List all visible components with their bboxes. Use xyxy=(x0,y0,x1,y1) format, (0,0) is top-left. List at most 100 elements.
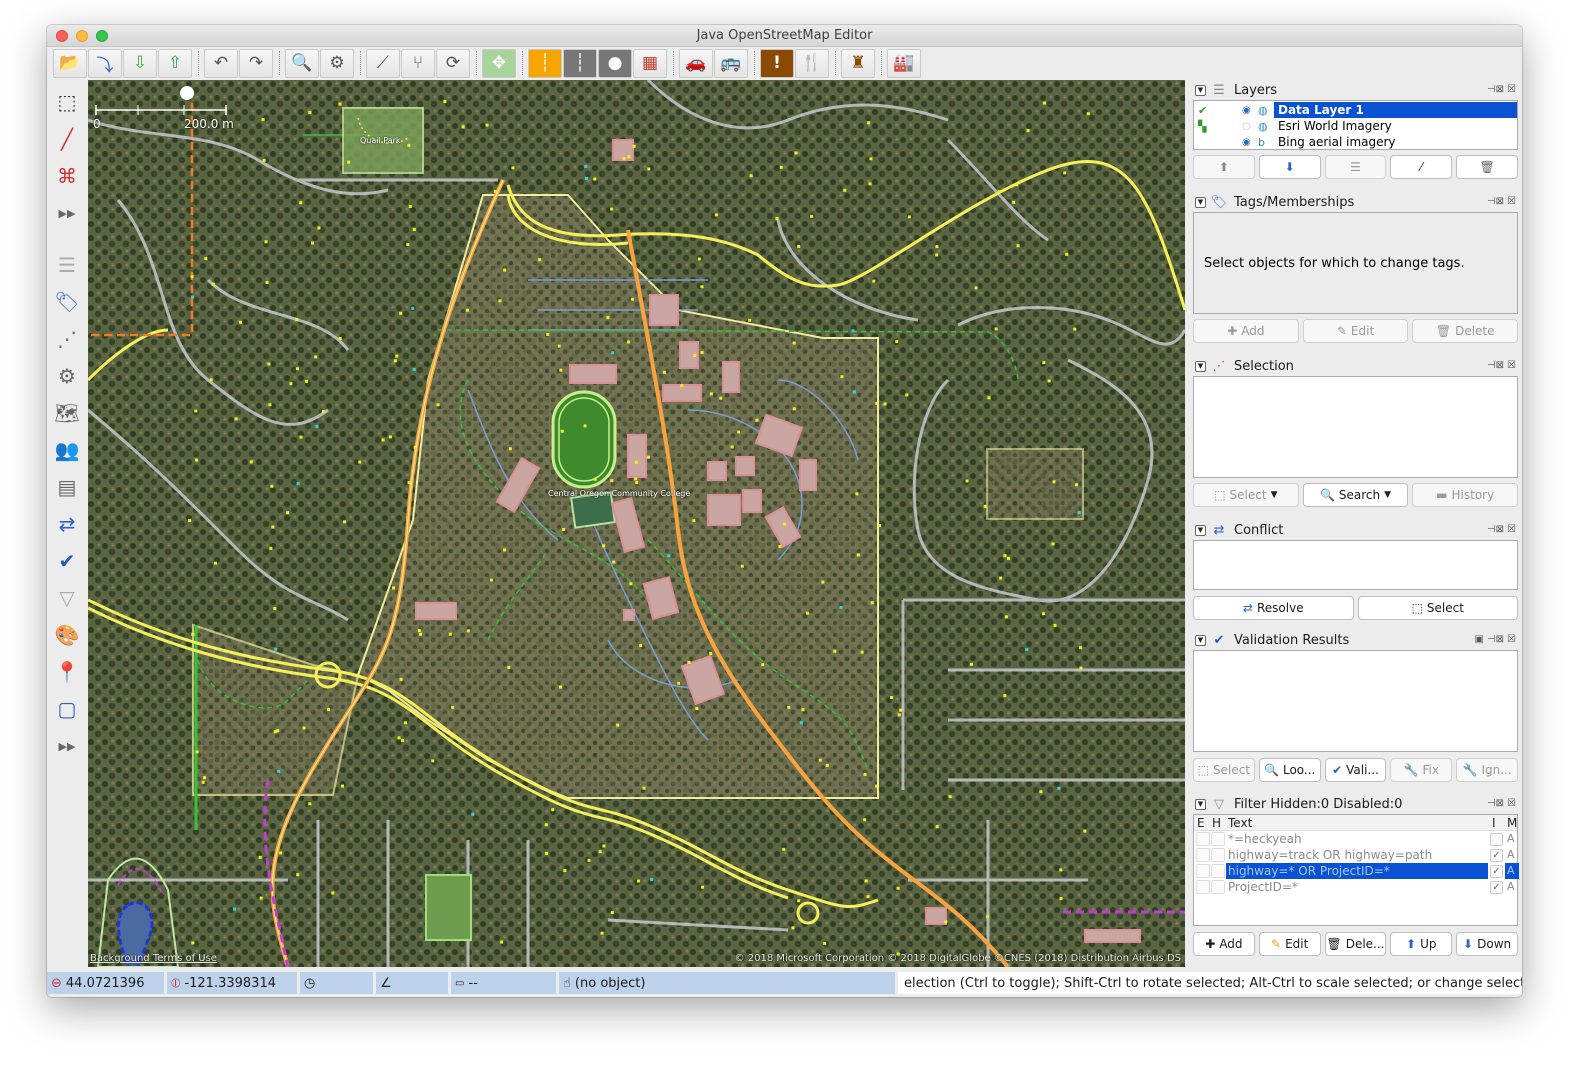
edit-filter-button[interactable]: ✎ Edit xyxy=(1258,932,1321,956)
map-node[interactable] xyxy=(897,713,901,717)
map-node[interactable] xyxy=(794,151,798,155)
map-node[interactable] xyxy=(697,257,701,261)
pin-icon[interactable]: ⊣⊠ xyxy=(1487,360,1504,371)
close-panel-icon[interactable]: ☒ xyxy=(1507,84,1516,95)
delete-filter-button[interactable]: 🗑 Dele... xyxy=(1324,932,1387,956)
map-node[interactable] xyxy=(610,207,614,211)
preset-road-turning-circle[interactable]: ● xyxy=(598,48,632,78)
map-node[interactable] xyxy=(559,685,563,689)
map-node[interactable] xyxy=(863,772,867,776)
map-node[interactable] xyxy=(779,165,783,169)
filter-row[interactable]: *=heckyeah A xyxy=(1194,831,1517,847)
map-node[interactable] xyxy=(314,355,318,359)
map-node[interactable] xyxy=(585,176,589,180)
map-node[interactable] xyxy=(1006,556,1010,560)
map-node[interactable] xyxy=(1075,483,1079,487)
layer-row[interactable]: ✔ ◉ ◍ Data Layer 1 xyxy=(1194,102,1517,118)
map-node[interactable] xyxy=(308,110,312,114)
map-node[interactable] xyxy=(890,696,894,700)
settings-icon[interactable]: ▣ xyxy=(1474,634,1483,645)
map-node[interactable] xyxy=(188,518,192,522)
map-node[interactable] xyxy=(471,812,475,816)
add-filter-button[interactable]: ✚ Add xyxy=(1193,932,1255,956)
map-node[interactable] xyxy=(987,396,991,400)
merge-layer-button[interactable]: ☰ xyxy=(1324,155,1387,179)
map-node[interactable] xyxy=(700,285,704,289)
pin-icon[interactable]: ⊣⊠ xyxy=(1487,524,1504,535)
map-node[interactable] xyxy=(693,354,697,358)
map-node[interactable] xyxy=(896,886,900,890)
map-node[interactable] xyxy=(700,351,704,355)
map-node[interactable] xyxy=(560,429,564,433)
map-node[interactable] xyxy=(1052,480,1056,484)
map-node[interactable] xyxy=(201,780,205,784)
map-node[interactable] xyxy=(259,896,263,900)
map-node[interactable] xyxy=(1041,612,1045,616)
map-node[interactable] xyxy=(719,396,723,400)
filter-mode[interactable]: A xyxy=(1505,831,1519,847)
map-node[interactable] xyxy=(864,879,868,883)
map-node[interactable] xyxy=(511,166,515,170)
map-node[interactable] xyxy=(818,758,822,762)
column-h[interactable]: H xyxy=(1212,816,1221,830)
edit-tag-button[interactable]: ✎ Edit xyxy=(1302,319,1409,343)
map-node[interactable] xyxy=(191,295,195,299)
validate-button[interactable]: ✔ Vali... xyxy=(1324,758,1387,782)
map-node[interactable] xyxy=(895,339,899,343)
collapse-toggle[interactable]: ▼ xyxy=(1195,84,1206,96)
invert-checkbox[interactable]: ✓ xyxy=(1490,880,1503,894)
map-node[interactable] xyxy=(610,479,614,483)
map-node[interactable] xyxy=(856,553,860,557)
chevron-down-icon[interactable]: ▼ xyxy=(1384,490,1391,500)
minimize-window-button[interactable] xyxy=(76,30,88,42)
invert-checkbox[interactable]: ✓ xyxy=(1490,864,1503,878)
map-node[interactable] xyxy=(302,726,306,730)
map-node[interactable] xyxy=(843,188,847,192)
map-node[interactable] xyxy=(331,891,335,895)
map-node[interactable] xyxy=(965,479,969,483)
map-node[interactable] xyxy=(431,759,435,763)
map-node[interactable] xyxy=(273,606,277,610)
map-node[interactable] xyxy=(610,910,614,914)
map-node[interactable] xyxy=(593,477,597,481)
preferences-search-button[interactable]: 🔍 xyxy=(285,48,319,78)
map-node[interactable] xyxy=(905,393,909,397)
map-node[interactable] xyxy=(823,941,827,945)
fix-button[interactable]: 🔧 Fix xyxy=(1390,758,1453,782)
map-node[interactable] xyxy=(343,520,347,524)
filter-text[interactable]: highway=track OR highway=path xyxy=(1226,847,1488,863)
map-node[interactable] xyxy=(411,306,415,310)
conflict-list[interactable] xyxy=(1193,540,1518,590)
layer-row[interactable]: ▚ ○ ◍ Esri World Imagery xyxy=(1194,118,1517,134)
preset-road-primary[interactable]: ┆ xyxy=(528,48,562,78)
map-node[interactable] xyxy=(948,795,952,799)
map-node[interactable] xyxy=(935,245,939,249)
map-node[interactable] xyxy=(1053,623,1057,627)
map-node[interactable] xyxy=(629,582,633,586)
enable-checkbox[interactable] xyxy=(1196,832,1210,846)
map-node[interactable] xyxy=(634,477,638,481)
map-node[interactable] xyxy=(338,337,342,341)
map-node[interactable] xyxy=(761,663,765,667)
map-node[interactable] xyxy=(1057,786,1061,790)
map-node[interactable] xyxy=(559,368,563,372)
enable-checkbox[interactable] xyxy=(1196,880,1210,894)
map-node[interactable] xyxy=(593,177,597,181)
map-node[interactable] xyxy=(1012,200,1016,204)
scale-handle[interactable] xyxy=(180,86,194,100)
filter-text[interactable]: ProjectID=* xyxy=(1226,879,1488,895)
column-e[interactable]: E xyxy=(1197,816,1205,830)
draw-tool[interactable]: ╱ xyxy=(52,123,82,155)
map-node[interactable] xyxy=(986,915,990,919)
map-node[interactable] xyxy=(792,341,796,345)
map-node[interactable] xyxy=(600,931,604,935)
toggle-map-paint[interactable]: 🗺 xyxy=(52,397,82,429)
more-toggles[interactable]: ▶▶ xyxy=(52,730,82,762)
collapse-toggle[interactable]: ▼ xyxy=(1195,360,1206,372)
map-node[interactable] xyxy=(740,564,744,568)
map-node[interactable] xyxy=(791,926,795,930)
map-node[interactable] xyxy=(295,318,299,322)
map-node[interactable] xyxy=(598,850,602,854)
filter-mode[interactable]: A xyxy=(1505,863,1519,879)
delete-layer-button[interactable]: 🗑 xyxy=(1456,155,1518,179)
